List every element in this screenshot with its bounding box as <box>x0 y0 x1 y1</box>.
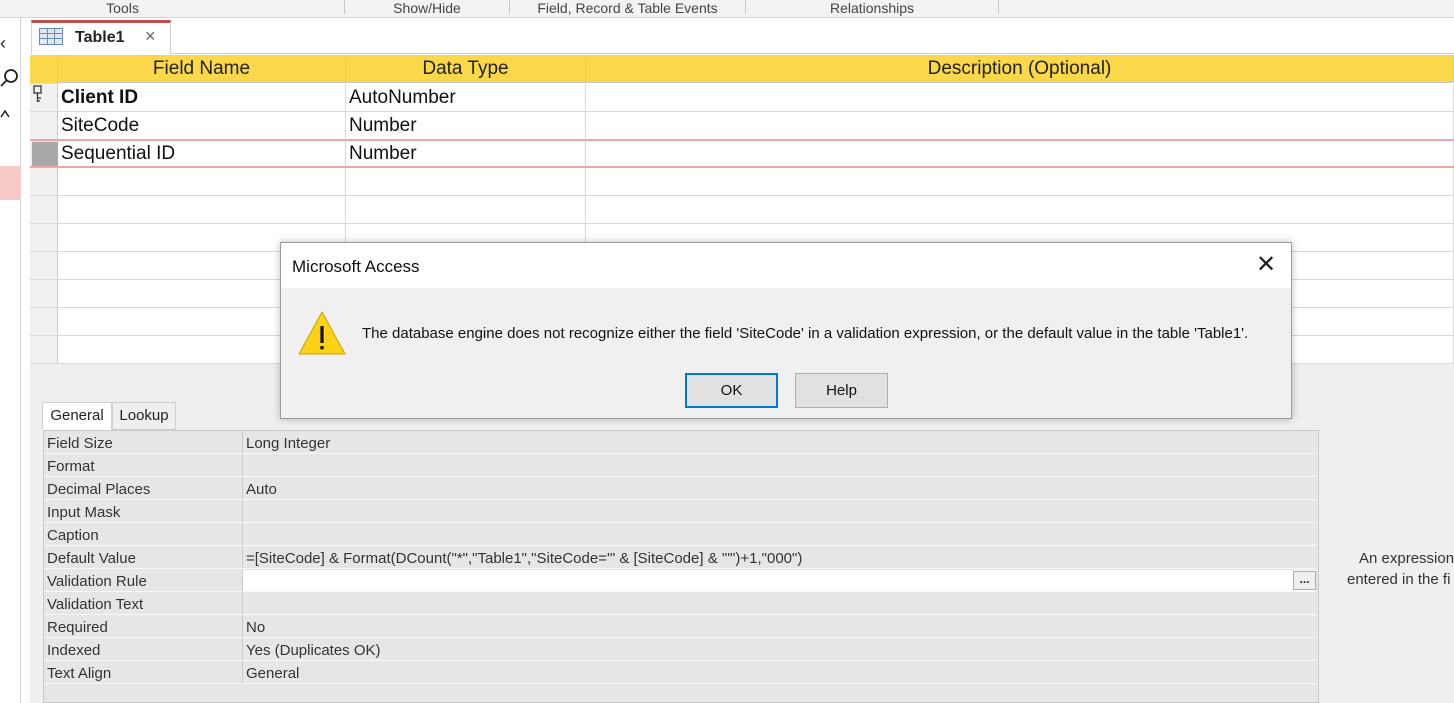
warning-icon <box>298 310 346 355</box>
property-label: Field Size <box>44 432 243 454</box>
data-type-cell[interactable]: Number <box>346 112 586 140</box>
document-tab-label: Table1 <box>75 29 125 46</box>
property-label: Caption <box>44 524 243 546</box>
row-selector[interactable] <box>30 308 58 336</box>
property-value[interactable]: =[SiteCode] & Format(DCount("*","Table1"… <box>243 547 1316 569</box>
primary-key-icon <box>33 85 42 102</box>
column-header-description: Description (Optional) <box>586 55 1454 83</box>
chevron-up-icon[interactable] <box>0 104 21 122</box>
ribbon-group-tools: Tools <box>106 0 139 16</box>
row-selector[interactable] <box>30 252 58 280</box>
description-cell[interactable] <box>586 84 1454 112</box>
ribbon-group-field-record-table-events: Field, Record & Table Events <box>537 0 718 16</box>
field-name-cell[interactable] <box>58 168 346 196</box>
row-selector[interactable] <box>30 224 58 252</box>
property-value[interactable]: Yes (Duplicates OK) <box>243 639 1316 661</box>
help-button[interactable]: Help <box>795 373 888 408</box>
table-icon <box>39 28 63 45</box>
property-value[interactable] <box>243 524 1316 546</box>
property-label: Input Mask <box>44 501 243 523</box>
error-dialog: Microsoft Access ✕ The database engine d… <box>280 242 1292 419</box>
field-properties-table: Field Size Long Integer Format Decimal P… <box>43 430 1319 703</box>
row-selector[interactable] <box>30 280 58 308</box>
column-header-field-name: Field Name <box>58 55 346 83</box>
tab-strip-baseline <box>170 53 1454 54</box>
property-value[interactable]: Auto <box>243 478 1316 500</box>
field-name-cell[interactable]: Sequential ID <box>58 140 346 168</box>
row-selector[interactable] <box>30 112 58 140</box>
ribbon-group-labels: Tools Show/Hide Field, Record & Table Ev… <box>0 0 1454 18</box>
property-label: Format <box>44 455 243 477</box>
property-value[interactable]: Long Integer <box>243 432 1316 454</box>
help-text-line: An expression <box>1359 550 1454 567</box>
field-name-cell[interactable]: SiteCode <box>58 112 346 140</box>
column-header-data-type: Data Type <box>346 55 586 83</box>
ribbon-separator <box>998 0 999 14</box>
row-selector[interactable] <box>30 196 58 224</box>
dialog-title-bar: Microsoft Access ✕ <box>281 243 1291 288</box>
property-label: Decimal Places <box>44 478 243 500</box>
field-name-cell[interactable] <box>58 196 346 224</box>
row-selector-active-marker <box>32 142 58 166</box>
help-text-line: entered in the fi <box>1347 571 1451 588</box>
row-selector[interactable] <box>30 168 58 196</box>
tab-general[interactable]: General <box>42 402 112 430</box>
property-value[interactable]: General <box>243 662 1316 684</box>
field-name-cell[interactable]: Client ID <box>58 84 346 112</box>
tab-lookup[interactable]: Lookup <box>112 402 176 430</box>
dialog-message: The database engine does not recognize e… <box>362 325 1249 342</box>
nav-selected-object-indicator[interactable] <box>0 166 21 200</box>
ribbon-group-show-hide: Show/Hide <box>393 0 461 16</box>
chevron-left-icon[interactable]: ‹ <box>0 34 21 52</box>
data-type-cell[interactable] <box>346 196 586 224</box>
row-selector[interactable] <box>30 84 58 112</box>
description-cell[interactable] <box>586 112 1454 140</box>
property-label: Required <box>44 616 243 638</box>
description-cell[interactable] <box>586 196 1454 224</box>
ribbon-group-relationships: Relationships <box>829 0 915 16</box>
ok-button[interactable]: OK <box>685 373 778 408</box>
property-value[interactable] <box>243 570 1316 592</box>
property-value[interactable]: No <box>243 616 1316 638</box>
property-value[interactable] <box>243 501 1316 523</box>
header-row-selector <box>30 55 58 84</box>
property-label: Indexed <box>44 639 243 661</box>
property-label: Validation Text <box>44 593 243 615</box>
dialog-title: Microsoft Access <box>292 257 420 276</box>
property-value[interactable] <box>243 455 1316 477</box>
description-cell[interactable] <box>586 168 1454 196</box>
description-cell[interactable] <box>586 140 1454 168</box>
property-label: Default Value <box>44 547 243 569</box>
document-tab-table1[interactable]: Table1 × <box>31 20 171 54</box>
close-tab-icon[interactable]: × <box>145 26 156 47</box>
property-value[interactable] <box>243 593 1316 615</box>
property-help-text: An expression entered in the fi <box>1340 548 1454 590</box>
property-label: Validation Rule <box>44 570 243 592</box>
data-type-cell[interactable]: Number <box>346 140 586 168</box>
navigation-pane-collapsed: ‹ <box>0 18 21 703</box>
data-type-cell[interactable]: AutoNumber <box>346 84 586 112</box>
expression-builder-button[interactable]: ... <box>1293 571 1316 590</box>
close-icon[interactable]: ✕ <box>1241 247 1291 283</box>
row-selector[interactable] <box>30 336 58 364</box>
search-icon[interactable] <box>0 68 21 93</box>
property-label: Text Align <box>44 662 243 684</box>
data-type-cell[interactable] <box>346 168 586 196</box>
